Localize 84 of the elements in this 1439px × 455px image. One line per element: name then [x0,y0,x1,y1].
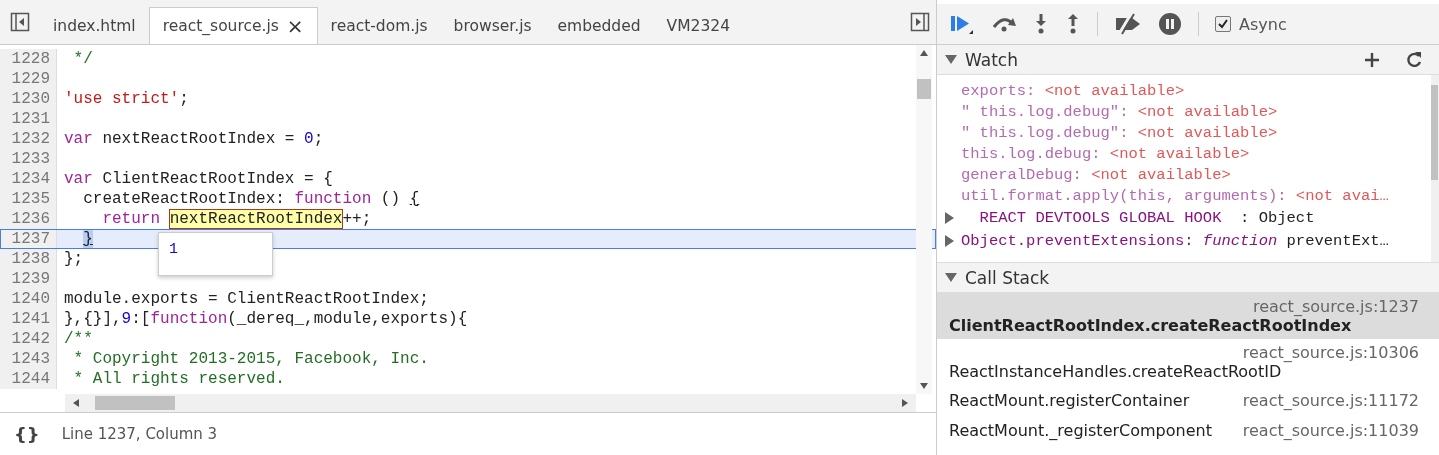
function-name: ClientReactRootIndex.createReactRootIndex [949,316,1353,335]
cursor-position: Line 1237, Column 3 [61,425,218,443]
scrollbar-thumb[interactable] [95,396,175,410]
watch-expression[interactable]: REACT DEVTOOLS GLOBAL HOOK : Object [937,206,1431,230]
code-line: var ClientReactRootIndex = { [64,170,333,188]
watch-expression[interactable]: util.format.apply(this, arguments): <not avai… [937,185,1431,206]
file-tab[interactable]: react-dom.js [317,7,441,44]
line-number: 1231 [0,109,57,129]
line-number: 1234 [0,169,57,189]
file-tab[interactable]: VM2324 [653,7,744,44]
expand-arrow-icon[interactable] [945,212,954,224]
call-frame[interactable]: ReactMount.registerContainer react_source.js:11172 [937,385,1439,415]
close-icon[interactable]: × [286,14,304,38]
section-title: Watch [965,49,1018,70]
function-name: ReactMount._registerComponent [949,420,1212,440]
file-tab[interactable]: index.html [40,7,149,44]
source-location: react_source.js:11039 [1242,420,1419,440]
add-icon[interactable] [1363,50,1381,69]
code-line: */ [72,50,93,68]
expand-arrow-icon[interactable] [945,273,957,282]
watch-expression[interactable]: exports: <not available> [937,80,1431,101]
sidebar-toggle-icon[interactable] [910,12,930,32]
watch-expression[interactable]: generalDebug: <not available> [937,164,1431,185]
line-number: 1240 [0,289,57,309]
watch-expression[interactable]: " this.log.debug": <not available> [937,122,1431,143]
scrollbar-thumb[interactable] [1431,85,1438,180]
watch-expression[interactable]: this.log.debug: <not available> [937,143,1431,164]
scroll-right-icon[interactable] [902,399,908,407]
source-location: react_source.js:11172 [1242,390,1419,410]
file-tab[interactable]: browser.js [440,7,545,44]
line-number: 1243 [0,349,57,369]
expand-arrow-icon[interactable] [945,55,957,64]
code-line: var nextReactRootIndex = 0; [64,130,324,148]
file-tab[interactable]: embedded [544,7,654,44]
scroll-down-icon[interactable] [920,383,928,389]
watch-expression[interactable]: " this.log.debug": <not available> [937,101,1431,122]
call-frame[interactable]: react_source.js:1237 ClientReactRootIndex.createReactRootIndex [937,293,1439,339]
code-line: module.exports = ClientReactRootIndex; [64,290,429,308]
deactivate-breakpoints-icon[interactable] [1114,13,1142,35]
source-location: react_source.js:1237 [1251,297,1419,316]
function-name: ReactInstanceHandles.createReactRootID [949,362,1283,381]
watch-header[interactable]: Watch [937,45,1439,75]
line-number: 1241 [0,309,57,329]
sidebar-toggle-icon[interactable] [10,12,30,32]
line-number: 1230 [0,89,57,109]
code-line: createReactRootIndex: function () { [82,190,420,208]
code-line: },{}],9:[function(_dereq_,module,exports){ [64,310,468,328]
code-line: }; [64,250,84,268]
call-stack-header[interactable]: Call Stack [937,263,1439,293]
code-line: 'use strict'; [64,90,189,108]
watch-expression[interactable]: Object.preventExtensions: function preventExt… [937,230,1431,251]
file-tab[interactable]: react_source.js × [148,7,318,44]
vertical-scrollbar[interactable] [1431,75,1439,262]
line-number: 1229 [0,69,57,89]
line-number: 1238 [0,249,57,269]
line-number: 1233 [0,149,57,169]
vertical-scrollbar[interactable] [916,45,932,394]
pretty-print-button[interactable]: {} [14,423,40,445]
line-number: 1232 [0,129,57,149]
scrollbar-thumb[interactable] [917,79,931,99]
section-title: Call Stack [965,267,1050,288]
line-number: 1235 [0,189,57,209]
line-number: 1228 [0,49,57,69]
line-number: 1237 [0,229,57,249]
horizontal-scrollbar[interactable] [65,394,916,412]
async-checkbox[interactable] [1215,16,1231,32]
code-line: * Copyright 2013-2015, Facebook, Inc. [72,350,429,368]
line-number: 1236 [0,209,57,229]
source-location: react_source.js:10306 [1241,343,1419,362]
call-frame[interactable]: react_source.js:10306 ReactInstanceHandles.createReactRootID [937,339,1439,385]
pause-icon[interactable] [1158,12,1182,36]
scroll-up-icon[interactable] [920,50,928,56]
code-line: /** [64,330,93,348]
value-tooltip: 1 [158,232,273,276]
refresh-icon[interactable] [1405,50,1423,69]
checkbox-label: Async [1239,14,1287,34]
scroll-left-icon[interactable] [73,399,79,407]
line-number: 1242 [0,329,57,349]
call-frame[interactable]: ReactMount._registerComponent react_source.js:11039 [937,415,1439,445]
line-number: 1244 [0,369,57,389]
code-line: * All rights reserved. [72,370,285,388]
function-name: ReactMount.registerContainer [949,390,1190,410]
line-number: 1239 [0,269,57,289]
expand-arrow-icon[interactable] [945,234,954,247]
